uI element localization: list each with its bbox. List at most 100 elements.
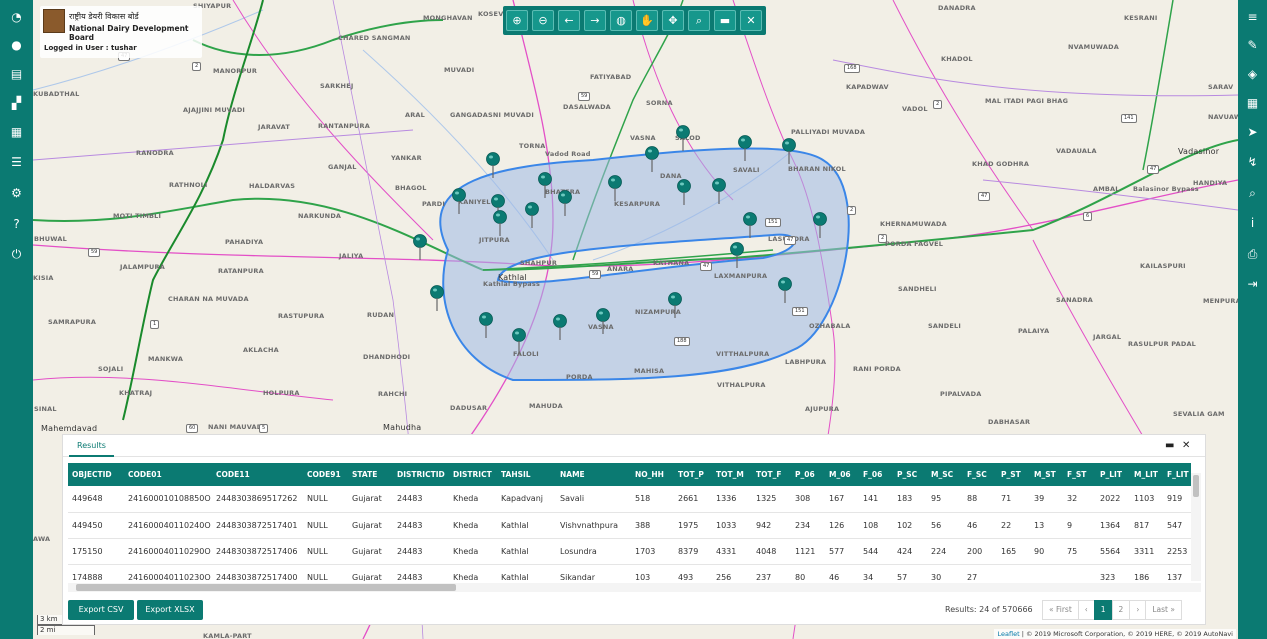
column-header[interactable]: P_06 [791, 463, 825, 486]
column-header[interactable]: CODE91 [303, 463, 348, 486]
column-header[interactable]: NO_HH [631, 463, 674, 486]
tab-results[interactable]: Results [69, 439, 114, 457]
back-arrow-icon[interactable]: ← [558, 10, 580, 31]
document-icon[interactable]: ▤ [6, 67, 28, 81]
village-marker-icon[interactable] [677, 179, 691, 205]
vertical-scrollbar[interactable] [1191, 473, 1201, 581]
village-marker-icon[interactable] [645, 146, 659, 172]
database-icon[interactable]: ≡ [1242, 10, 1264, 24]
village-marker-icon[interactable] [668, 292, 682, 318]
column-header[interactable]: F_LIT [1163, 463, 1191, 486]
page-first-button[interactable]: « First [1042, 600, 1079, 620]
calculator-icon[interactable]: ▦ [1242, 96, 1264, 110]
village-marker-icon[interactable] [525, 202, 539, 228]
village-marker-icon[interactable] [608, 175, 622, 201]
horizontal-scroll-thumb[interactable] [76, 584, 456, 591]
zoom-out-icon[interactable]: ⊖ [532, 10, 554, 31]
column-header[interactable]: TAHSIL [497, 463, 556, 486]
village-marker-icon[interactable] [553, 314, 567, 340]
dashboard-icon[interactable]: ◔ [6, 10, 28, 24]
village-marker-icon[interactable] [430, 285, 444, 311]
hand-pan-icon[interactable]: ✋ [636, 10, 658, 31]
village-marker-icon[interactable] [730, 242, 744, 268]
column-header[interactable]: CODE01 [124, 463, 212, 486]
column-header[interactable]: NAME [556, 463, 631, 486]
list-icon[interactable]: ☰ [6, 155, 28, 169]
table-row[interactable]: 449648 241600010108850O 2448303869517262 NU… [68, 486, 1191, 513]
search-icon[interactable]: ⌕ [1242, 186, 1264, 200]
column-header[interactable]: M_ST [1030, 463, 1063, 486]
column-header[interactable]: TOT_M [712, 463, 752, 486]
map-icon[interactable]: ▞ [6, 96, 28, 110]
table-row[interactable]: 449450 241600040110240O 2448303872517401 NU… [68, 512, 1191, 539]
horizontal-scrollbar[interactable] [68, 583, 1201, 592]
village-marker-icon[interactable] [452, 188, 466, 214]
move-icon[interactable]: ✥ [662, 10, 684, 31]
column-header[interactable]: M_LIT [1130, 463, 1163, 486]
village-marker-icon[interactable] [538, 172, 552, 198]
power-icon[interactable]: ⏻ [6, 247, 28, 261]
navigate-icon[interactable]: ➤ [1242, 125, 1264, 139]
minimize-icon[interactable]: ▬ [714, 10, 736, 31]
village-marker-icon[interactable] [558, 190, 572, 216]
table-row[interactable]: 175150 241600040110290O 2448303872517406 NU… [68, 538, 1191, 565]
column-header[interactable]: OBJECTID [68, 463, 124, 486]
minimize-panel-icon[interactable]: ▬ [1165, 440, 1174, 451]
forward-arrow-icon[interactable]: → [584, 10, 606, 31]
village-marker-icon[interactable] [743, 212, 757, 238]
zoom-in-icon[interactable]: ⊕ [506, 10, 528, 31]
column-header[interactable]: DISTRICTID [393, 463, 449, 486]
village-marker-icon[interactable] [738, 135, 752, 161]
page-next-button[interactable]: › [1129, 600, 1147, 620]
column-header[interactable]: F_SC [963, 463, 997, 486]
column-header[interactable]: M_SC [927, 463, 963, 486]
village-marker-icon[interactable] [813, 212, 827, 238]
column-header[interactable]: DISTRICT [449, 463, 497, 486]
page-2-button[interactable]: 2 [1111, 600, 1131, 620]
close-panel-icon[interactable]: ✕ [1182, 440, 1190, 451]
close-icon[interactable]: ✕ [740, 10, 762, 31]
page-last-button[interactable]: Last » [1145, 600, 1182, 620]
column-header[interactable]: STATE [348, 463, 393, 486]
village-marker-icon[interactable] [512, 328, 526, 354]
settings-icon[interactable]: ⚙ [6, 186, 28, 200]
page-prev-button[interactable]: ‹ [1077, 600, 1095, 620]
layers-icon[interactable]: ◈ [1242, 67, 1264, 81]
info-icon[interactable]: i [1242, 216, 1264, 230]
village-marker-icon[interactable] [493, 210, 507, 236]
help-icon[interactable]: ? [6, 217, 28, 231]
leaflet-link[interactable]: Leaflet [997, 630, 1019, 638]
village-marker-icon[interactable] [486, 152, 500, 178]
results-table-wrapper[interactable]: OBJECTID CODE01 CODE11 CODE91 STATE DISTRICTI… [68, 463, 1191, 581]
column-header[interactable]: F_ST [1063, 463, 1096, 486]
village-marker-icon[interactable] [712, 178, 726, 204]
column-header[interactable]: TOT_P [674, 463, 712, 486]
column-header[interactable]: P_SC [893, 463, 927, 486]
column-header[interactable]: TOT_F [752, 463, 791, 486]
route-icon[interactable]: ↯ [1242, 155, 1264, 169]
village-marker-icon[interactable] [413, 234, 427, 260]
column-header[interactable]: P_LIT [1096, 463, 1130, 486]
village-marker-icon[interactable] [596, 308, 610, 334]
column-header[interactable]: M_06 [825, 463, 859, 486]
user-icon[interactable]: ● [6, 38, 28, 52]
column-header[interactable]: CODE11 [212, 463, 303, 486]
village-marker-icon[interactable] [479, 312, 493, 338]
village-marker-icon[interactable] [782, 138, 796, 164]
map-place-label: RATANPURA [218, 267, 264, 275]
village-marker-icon[interactable] [676, 125, 690, 151]
table-row[interactable]: 174888 241600040110230O 2448303872517400 NU… [68, 564, 1191, 581]
village-marker-icon[interactable] [778, 277, 792, 303]
page-1-button[interactable]: 1 [1093, 600, 1113, 620]
table-icon[interactable]: ▦ [6, 125, 28, 139]
export-icon[interactable]: ⇥ [1242, 277, 1264, 291]
print-icon[interactable]: ⎙ [1242, 247, 1264, 261]
vertical-scroll-thumb[interactable] [1193, 475, 1199, 497]
column-header[interactable]: P_ST [997, 463, 1030, 486]
zoom-box-icon[interactable]: ⌕ [688, 10, 710, 31]
column-header[interactable]: F_06 [859, 463, 893, 486]
edit-icon[interactable]: ✎ [1242, 38, 1264, 52]
export-csv-button[interactable]: Export CSV [68, 600, 134, 620]
globe-icon[interactable]: ◍ [610, 10, 632, 31]
export-xlsx-button[interactable]: Export XLSX [137, 600, 203, 620]
